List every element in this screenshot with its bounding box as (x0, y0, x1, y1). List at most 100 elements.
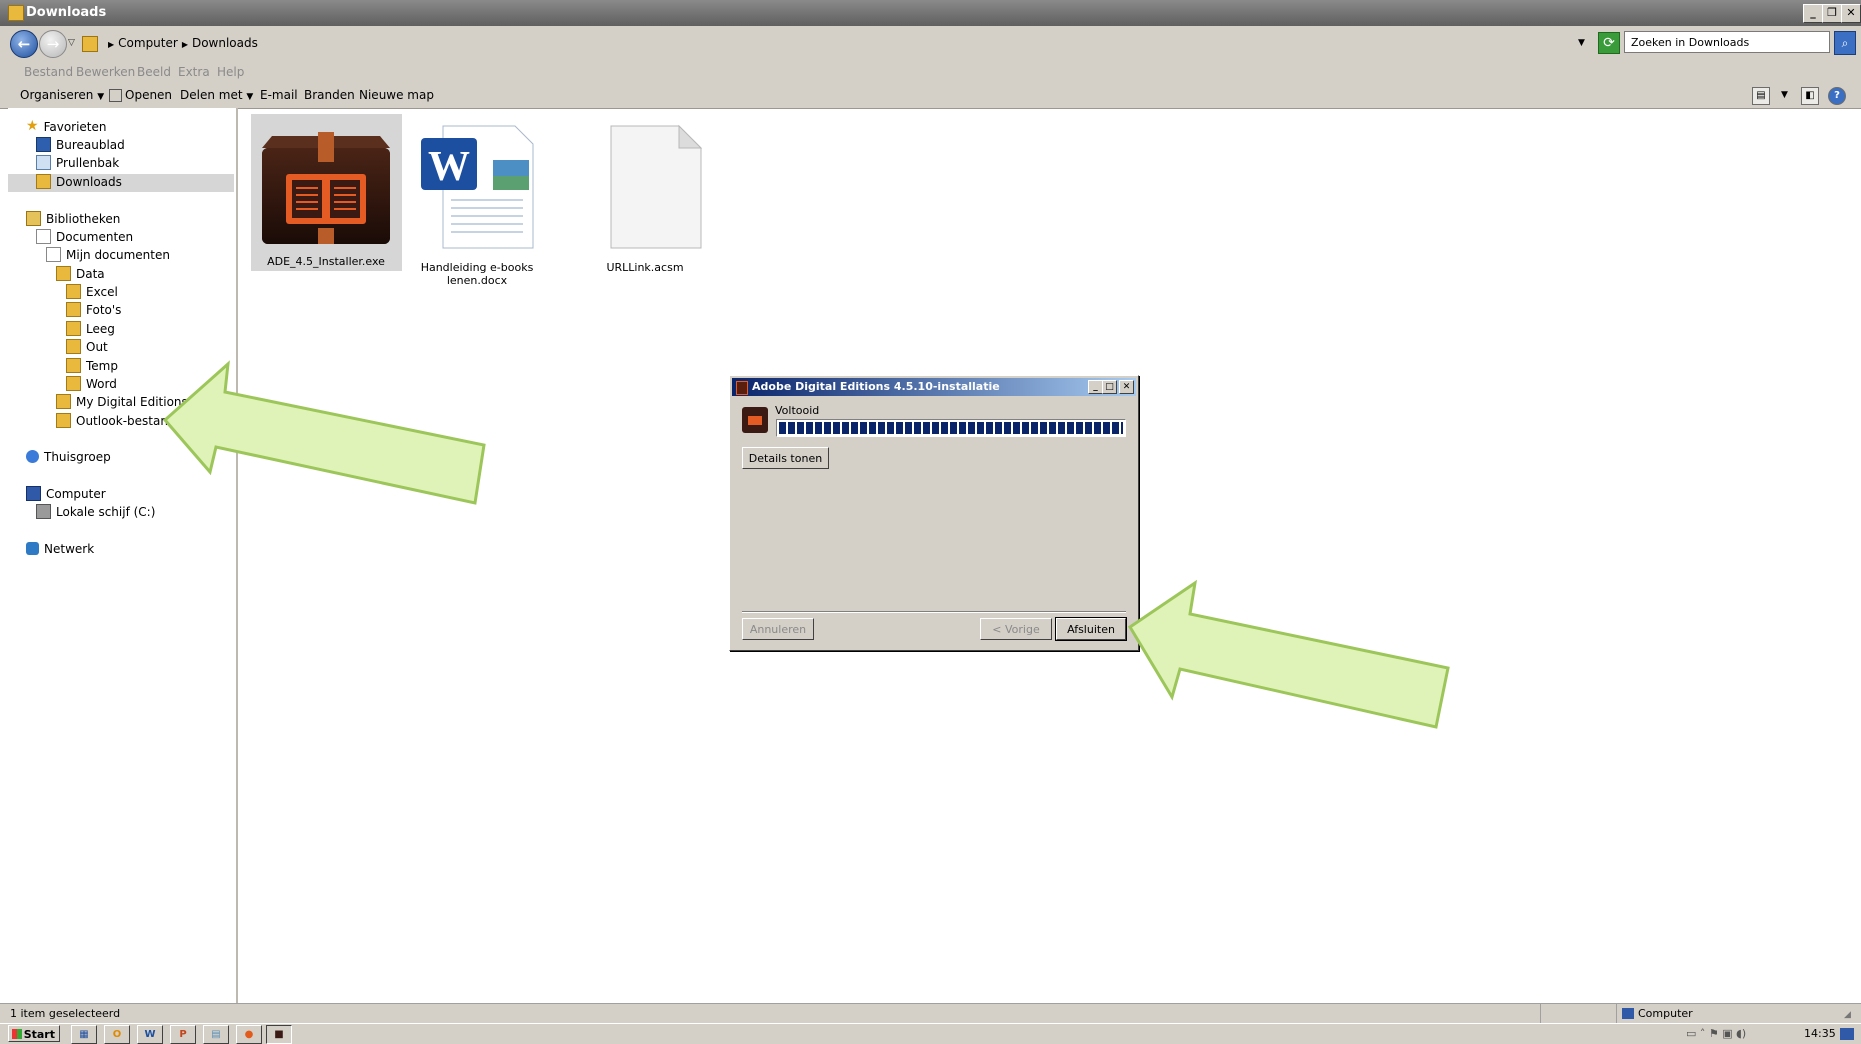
address-bar: ← → ▽ ▶ Computer ▶ Downloads ▼ ⟳ Zoeken in … (0, 26, 1861, 61)
explorer-icon[interactable]: ▦ (71, 1025, 97, 1044)
location-status: Computer (1638, 1007, 1693, 1020)
new-folder-button[interactable]: Nieuwe map (359, 88, 434, 102)
tray-icons[interactable]: ▭ ˄ ⚑ ▣ ◖) (1686, 1027, 1746, 1040)
start-label: Start (23, 1028, 55, 1041)
outlook-icon[interactable]: O (104, 1025, 130, 1044)
folder-icon (56, 266, 71, 281)
start-button[interactable]: Start (8, 1025, 60, 1042)
organize-button[interactable]: Organiseren ▼ (20, 88, 104, 102)
documents-icon (46, 247, 61, 262)
menu-extra[interactable]: Extra (178, 65, 210, 79)
ade-app-icon (742, 407, 768, 433)
file-item-urllink[interactable]: URLLink.acsm (570, 124, 720, 274)
nav-documents[interactable]: Documenten (36, 229, 133, 246)
nav-label: Foto's (86, 303, 122, 317)
status-bar: 1 item geselecteerd Computer ◢ (0, 1003, 1861, 1024)
open-button[interactable]: Openen (109, 88, 172, 102)
nav-temp[interactable]: Temp (66, 358, 118, 375)
cancel-button[interactable]: Annuleren (742, 618, 814, 640)
address-dropdown-icon[interactable]: ▼ (1578, 32, 1585, 54)
clock: 14:35 (1804, 1027, 1836, 1040)
word-icon[interactable]: W (137, 1025, 163, 1044)
nav-network[interactable]: Netwerk (26, 541, 94, 558)
dialog-close-button[interactable]: ✕ (1119, 380, 1134, 394)
breadcrumb[interactable]: ▶ Computer ▶ Downloads ▼ (82, 32, 1585, 54)
history-dropdown-icon[interactable]: ▽ (68, 38, 75, 48)
nav-label: Mijn documenten (66, 248, 170, 262)
refresh-icon[interactable]: ⟳ (1598, 32, 1620, 54)
network-icon (26, 542, 39, 555)
menu-beeld[interactable]: Beeld (137, 65, 171, 79)
nav-label: Excel (86, 285, 118, 299)
taskbar: Start ▦ O W P ▤ ● ■ ▭ ˄ ⚑ ▣ ◖) 14:35 (0, 1023, 1861, 1044)
notepad-icon[interactable]: ▤ (203, 1025, 229, 1044)
back-button[interactable]: ← (10, 30, 38, 58)
window-title-bar: Downloads _ ❐ ✕ (0, 0, 1861, 26)
file-item-handleiding[interactable]: W Handleiding e-books lenen.docx (402, 124, 552, 287)
nav-homegroup[interactable]: Thuisgroep (26, 449, 111, 466)
finish-button[interactable]: Afsluiten (1055, 617, 1127, 641)
search-input[interactable]: Zoeken in Downloads (1624, 31, 1830, 53)
nav-my-digital-editions[interactable]: My Digital Editions (56, 394, 188, 411)
progress-fill (779, 422, 1123, 434)
arrow-to-finish-button (1127, 579, 1450, 729)
nav-data[interactable]: Data (56, 266, 105, 283)
arrow-right-annotation (1127, 579, 1450, 729)
nav-my-documents[interactable]: Mijn documenten (46, 247, 170, 264)
nav-leeg[interactable]: Leeg (66, 321, 115, 338)
firefox-icon[interactable]: ● (236, 1025, 262, 1044)
nav-computer[interactable]: Computer (26, 486, 106, 503)
search-icon[interactable]: ⌕ (1834, 31, 1856, 55)
folder-icon (66, 339, 81, 354)
nav-local-disk[interactable]: Lokale schijf (C:) (36, 504, 155, 521)
nav-excel[interactable]: Excel (66, 284, 118, 301)
file-item-installer[interactable]: ADE_4.5_Installer.exe (251, 118, 401, 268)
star-icon: ★ (26, 118, 39, 134)
nav-out[interactable]: Out (66, 339, 108, 356)
powerpoint-icon[interactable]: P (170, 1025, 196, 1044)
dialog-minimize-button[interactable]: _ (1088, 380, 1103, 394)
show-desktop-icon[interactable] (1840, 1028, 1854, 1040)
back-step-button[interactable]: < Vorige (980, 618, 1052, 640)
help-icon[interactable]: ? (1828, 87, 1846, 105)
nav-label: Outlook-bestanden (76, 414, 191, 428)
preview-pane-icon[interactable]: ◧ (1801, 87, 1819, 105)
close-button[interactable]: ✕ (1841, 4, 1861, 23)
file-name-line2: lenen.docx (446, 274, 508, 287)
resize-grip-icon[interactable]: ◢ (1844, 1010, 1851, 1020)
restore-button[interactable]: ❐ (1822, 4, 1842, 23)
minimize-button[interactable]: _ (1803, 4, 1823, 23)
menu-bewerken[interactable]: Bewerken (76, 65, 135, 79)
breadcrumb-computer[interactable]: Computer (118, 36, 178, 50)
ade-icon[interactable]: ■ (266, 1025, 292, 1044)
chevron-down-icon: ▼ (246, 92, 254, 102)
forward-button[interactable]: → (39, 30, 67, 58)
computer-icon (26, 486, 41, 501)
menu-bar: Bestand Bewerken Beeld Extra Help (0, 60, 1861, 85)
selection-status: 1 item geselecteerd (10, 1007, 121, 1020)
nav-outlook-files[interactable]: Outlook-bestanden (56, 413, 191, 430)
details-button[interactable]: Details tonen (742, 447, 829, 469)
email-button[interactable]: E-mail (260, 88, 298, 102)
file-name: ADE_4.5_Installer.exe (267, 255, 385, 268)
computer-icon (1622, 1008, 1634, 1019)
dialog-maximize-button[interactable]: □ (1102, 380, 1117, 394)
nav-recycle-bin[interactable]: Prullenbak (36, 155, 119, 172)
burn-button[interactable]: Branden (304, 88, 355, 102)
nav-downloads[interactable]: Downloads (36, 174, 122, 191)
nav-word[interactable]: Word (66, 376, 117, 393)
nav-label: Data (76, 267, 105, 281)
nav-fotos[interactable]: Foto's (66, 302, 121, 319)
menu-bestand[interactable]: Bestand (24, 65, 73, 79)
install-status: Voltooid (775, 404, 820, 417)
menu-help[interactable]: Help (217, 65, 244, 79)
recycle-bin-icon (36, 155, 51, 170)
share-button[interactable]: Delen met ▼ (180, 88, 253, 102)
view-options-icon[interactable]: ▤ (1752, 87, 1770, 105)
view-dropdown-icon[interactable]: ▼ (1781, 90, 1788, 100)
nav-libraries[interactable]: Bibliotheken (26, 211, 120, 228)
chevron-down-icon: ▼ (97, 92, 105, 102)
breadcrumb-downloads[interactable]: Downloads (192, 36, 258, 50)
nav-desktop[interactable]: Bureaublad (36, 137, 125, 154)
nav-favorites[interactable]: ★ Favorieten (26, 118, 107, 136)
